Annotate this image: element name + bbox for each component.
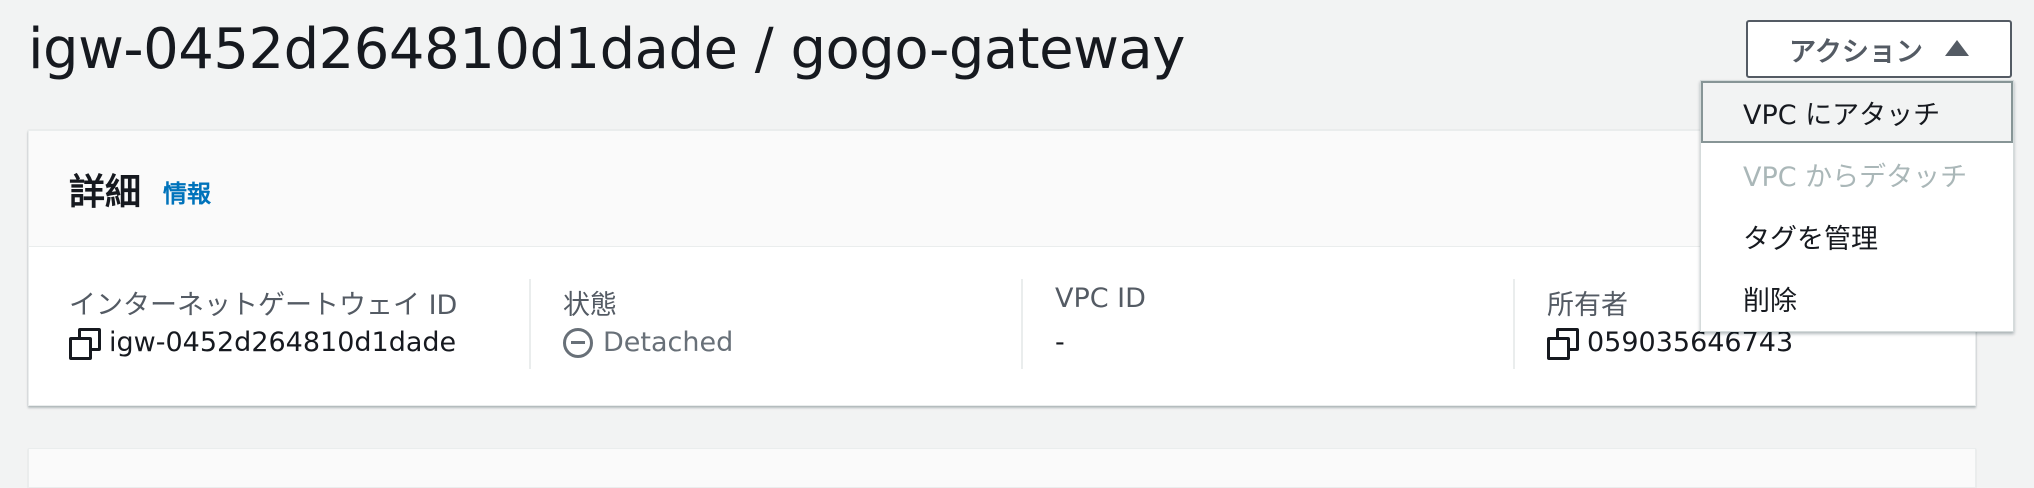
menu-item-delete[interactable]: 削除	[1701, 267, 2013, 329]
details-fields: インターネットゲートウェイ ID igw-0452d264810d1dade 状…	[29, 279, 1975, 369]
next-panel	[28, 448, 1976, 488]
field-label: VPC ID	[1055, 283, 1146, 314]
field-label: 所有者	[1547, 290, 1628, 321]
field-value: Detached	[563, 327, 733, 358]
field-label: 状態	[563, 290, 617, 321]
caret-up-icon	[1944, 40, 1969, 56]
menu-item-manage-tags[interactable]: タグを管理	[1701, 205, 2013, 267]
copy-icon[interactable]	[69, 327, 101, 360]
details-panel-title: 詳細	[69, 171, 142, 213]
actions-button-label: アクション	[1789, 36, 1923, 68]
actions-dropdown-button[interactable]: アクション	[1746, 20, 2012, 78]
info-link[interactable]: 情報	[163, 174, 211, 209]
status-value: Detached	[603, 327, 734, 358]
field-vpc-id: VPC ID -	[1021, 279, 1513, 369]
field-state: 状態 Detached	[529, 279, 1021, 369]
page-title: igw-0452d264810d1dade / gogo-gateway	[28, 17, 1185, 82]
actions-dropdown-menu: VPC にアタッチ VPC からデタッチ タグを管理 削除	[1700, 80, 2014, 332]
copy-icon[interactable]	[1547, 327, 1579, 360]
menu-item-attach-to-vpc[interactable]: VPC にアタッチ	[1701, 81, 2013, 143]
field-internet-gateway-id: インターネットゲートウェイ ID igw-0452d264810d1dade	[29, 279, 529, 369]
field-value: igw-0452d264810d1dade	[69, 327, 457, 360]
internet-gateway-id-value: igw-0452d264810d1dade	[109, 327, 457, 358]
details-panel-header: 詳細 情報	[29, 131, 1975, 247]
details-panel: 詳細 情報 インターネットゲートウェイ ID igw-0452d264810d1…	[28, 130, 1976, 406]
vpc-id-value: -	[1055, 327, 1065, 358]
minus-circle-icon	[563, 327, 593, 358]
menu-item-detach-from-vpc: VPC からデタッチ	[1743, 161, 1968, 193]
field-label: インターネットゲートウェイ ID	[69, 290, 458, 321]
